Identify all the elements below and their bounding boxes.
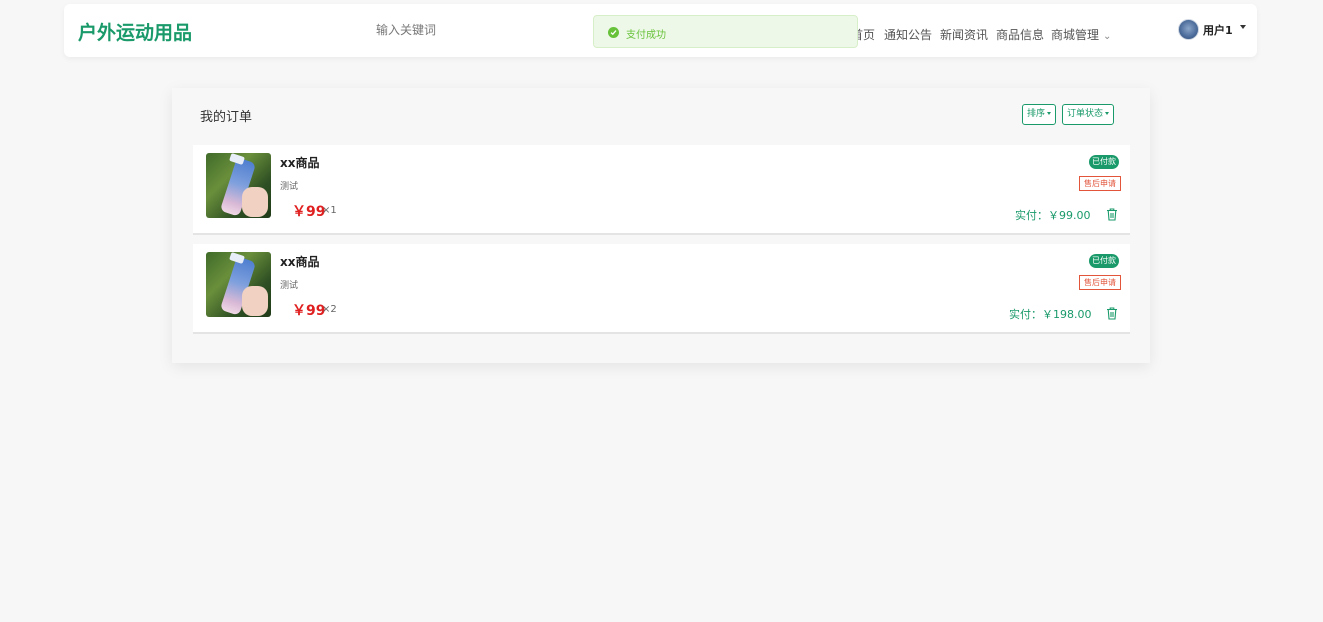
trash-icon[interactable]	[1106, 208, 1118, 221]
chevron-down-icon: ⌄	[1103, 31, 1112, 42]
orders-panel: 我的订单 排序 订单状态 xx商品 测试 ￥99 ×1 已付款 售后申请 实付：…	[172, 88, 1150, 363]
product-name[interactable]: xx商品	[280, 154, 319, 171]
success-check-icon	[608, 27, 619, 38]
bottle-cap-shape	[229, 252, 245, 264]
user-name[interactable]: 用户1	[1203, 22, 1233, 38]
status-badge: 已付款	[1089, 254, 1119, 268]
caret-down-icon	[1047, 112, 1052, 115]
after-sale-button[interactable]: 售后申请	[1079, 176, 1121, 191]
order-card[interactable]: xx商品 测试 ￥99 ×1 已付款 售后申请 实付：￥99.00	[193, 145, 1130, 235]
status-badge: 已付款	[1089, 155, 1119, 169]
order-status-label: 订单状态	[1067, 109, 1104, 119]
search-input[interactable]	[376, 20, 506, 40]
product-name[interactable]: xx商品	[280, 253, 319, 270]
nav-products[interactable]: 商品信息	[996, 26, 1044, 43]
hand-shape	[242, 286, 268, 316]
site-logo[interactable]: 户外运动用品	[78, 18, 192, 45]
product-thumbnail[interactable]	[206, 153, 271, 218]
nav-notices[interactable]: 通知公告	[884, 26, 932, 43]
product-description: 测试	[280, 182, 299, 192]
product-thumbnail[interactable]	[206, 252, 271, 317]
bottle-cap-shape	[229, 153, 245, 165]
trash-icon[interactable]	[1106, 307, 1118, 320]
order-status-dropdown-button[interactable]: 订单状态	[1062, 104, 1115, 125]
success-toast: 支付成功	[593, 15, 858, 48]
toast-message: 支付成功	[626, 30, 666, 41]
nav-news[interactable]: 新闻资讯	[940, 26, 988, 43]
page-title: 我的订单	[200, 110, 253, 125]
user-avatar[interactable]	[1178, 19, 1199, 40]
product-price: ￥99	[292, 303, 326, 319]
product-quantity: ×1	[322, 205, 337, 216]
product-price: ￥99	[292, 204, 326, 220]
caret-down-icon[interactable]	[1240, 25, 1246, 29]
product-quantity: ×2	[322, 304, 337, 315]
hand-shape	[242, 187, 268, 217]
paid-amount: 实付：￥198.00	[1009, 308, 1092, 321]
caret-down-icon	[1105, 112, 1110, 115]
nav-mall-management-label: 商城管理	[1051, 28, 1100, 42]
order-card[interactable]: xx商品 测试 ￥99 ×2 已付款 售后申请 实付：￥198.00	[193, 244, 1130, 334]
sort-dropdown-button[interactable]: 排序	[1022, 104, 1057, 125]
product-description: 测试	[280, 281, 299, 291]
after-sale-button[interactable]: 售后申请	[1079, 275, 1121, 290]
top-navbar: 户外运动用品 支付成功 首页 通知公告 新闻资讯 商品信息 商城管理⌄ 用户1	[64, 4, 1257, 57]
paid-amount: 实付：￥99.00	[1015, 209, 1091, 222]
sort-label: 排序	[1027, 109, 1046, 119]
nav-mall-management[interactable]: 商城管理 ⌄	[1051, 26, 1111, 43]
